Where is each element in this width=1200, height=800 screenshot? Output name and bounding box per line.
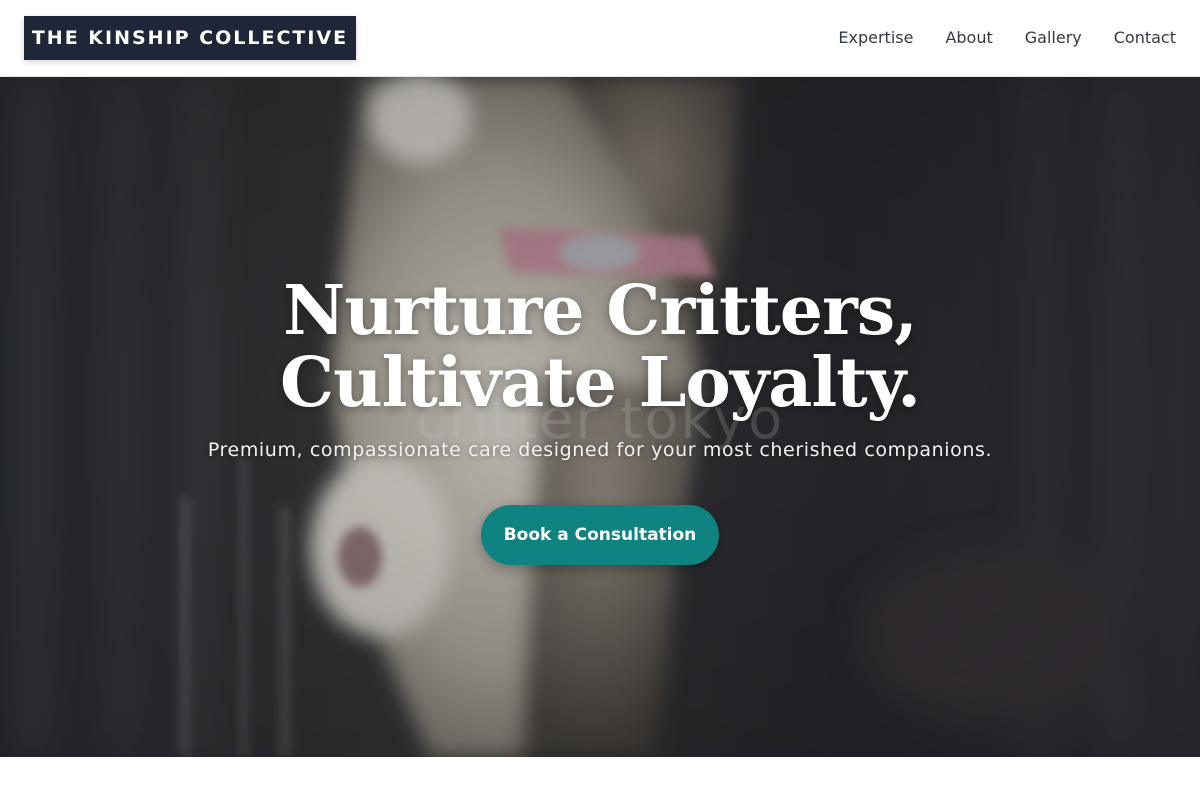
hero-subtitle: Premium, compassionate care designed for… <box>207 439 993 461</box>
nav-link-about[interactable]: About <box>945 27 992 49</box>
hero-title: Nurture Critters, Cultivate Loyalty. <box>200 275 1000 419</box>
nav-link-gallery[interactable]: Gallery <box>1025 27 1082 49</box>
page-content-below-hero <box>0 757 1200 800</box>
hero-title-line-2: Cultivate Loyalty. <box>280 343 921 423</box>
main-nav: Expertise About Gallery Contact <box>838 27 1176 49</box>
site-header: THE KINSHIP COLLECTIVE Expertise About G… <box>0 0 1200 77</box>
book-consultation-button[interactable]: Book a Consultation <box>481 505 719 565</box>
nav-link-contact[interactable]: Contact <box>1114 27 1176 49</box>
hero-section: critter tokyo Nurture Critters, Cultivat… <box>0 77 1200 757</box>
nav-link-expertise[interactable]: Expertise <box>838 27 913 49</box>
hero-title-line-1: Nurture Critters, <box>283 271 918 351</box>
brand-logo[interactable]: THE KINSHIP COLLECTIVE <box>24 16 356 60</box>
